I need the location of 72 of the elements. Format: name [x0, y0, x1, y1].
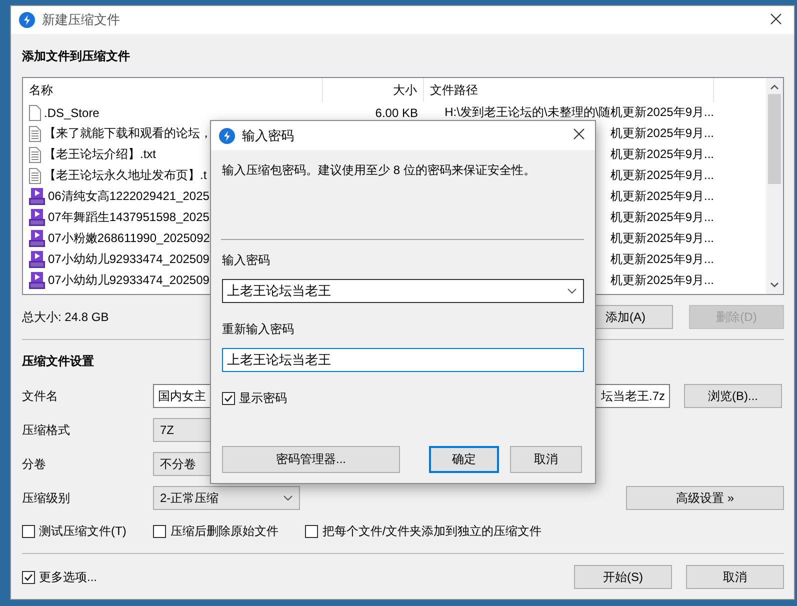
file-path: 机更新2025年9月... [610, 231, 714, 245]
checkbox[interactable] [22, 570, 35, 584]
file-name: 07小幼幼儿92933474_202509 [48, 272, 210, 289]
file-size: 6.00 KB [375, 106, 418, 120]
cancel-button[interactable]: 取消 [510, 446, 582, 473]
file-name: 【来了就能下载和观看的论坛， [44, 125, 212, 142]
file-name: 07小粉嫩268611990_2025092 [48, 230, 210, 247]
password-combobox[interactable]: 上老王论坛当老王 [222, 279, 584, 303]
dialog-title: 输入密码 [242, 126, 295, 144]
browse-button[interactable]: 浏览(B)... [684, 384, 782, 408]
cancel-button[interactable]: 取消 [686, 565, 784, 589]
setting-label: 文件名 [22, 388, 59, 404]
checkbox[interactable] [305, 524, 318, 538]
column-header[interactable]: 大小 [323, 78, 424, 102]
confirm-password-field[interactable]: 上老王论坛当老王 [222, 348, 584, 372]
file-name: .DS_Store [44, 106, 100, 120]
column-header[interactable]: 文件路径 [424, 78, 714, 102]
file-name: 07年舞蹈生1437951598_2025 [48, 209, 210, 226]
file-name: 06清纯女高1222029421_2025 [48, 188, 210, 205]
file-path: 机更新2025年9月... [610, 147, 714, 161]
file-path: H:\发到老王论坛的\未整理的\随机更新2025年9月... [444, 105, 714, 119]
text-file-icon [29, 126, 41, 142]
section-heading: 添加文件到压缩文件 [22, 48, 130, 64]
chevron-down-icon [567, 288, 577, 294]
chevron-down-icon [283, 495, 293, 501]
text-file-icon [29, 168, 41, 184]
column-header[interactable]: 名称 [23, 78, 323, 102]
video-file-icon [29, 209, 45, 226]
window-title: 新建压缩文件 [42, 11, 121, 29]
checkbox-label: 更多选项... [39, 568, 98, 586]
file-name: 【老王论坛介绍】.txt [44, 146, 156, 163]
close-icon[interactable] [573, 128, 585, 140]
checkbox-label: 压缩后删除原始文件 [170, 522, 278, 540]
setting-label: 分卷 [22, 456, 47, 472]
section-heading: 压缩文件设置 [22, 353, 94, 369]
scroll-down-icon[interactable] [770, 282, 779, 288]
video-file-icon [29, 272, 45, 289]
file-name: 【老王论坛永久地址发布页】.t [44, 167, 207, 184]
field-label: 重新输入密码 [222, 321, 295, 335]
start-button[interactable]: 开始(S) [574, 565, 672, 589]
file-path: 机更新2025年9月... [610, 252, 714, 266]
checkbox[interactable] [222, 392, 235, 404]
video-file-icon [29, 230, 45, 247]
file-path: 机更新2025年9月... [610, 189, 714, 203]
file-name: 07小幼幼儿92933474_202509 [48, 251, 210, 268]
app-logo-icon [19, 12, 35, 28]
dropdown[interactable]: 2-正常压缩 [153, 486, 300, 510]
file-path: 机更新2025年9月... [610, 126, 714, 140]
app-logo-icon [219, 128, 235, 144]
dialog-message: 输入压缩包密码。建议使用至少 8 位的密码来保证安全性。 [222, 163, 536, 177]
password-manager-button[interactable]: 密码管理器... [222, 446, 400, 473]
checkbox-label: 显示密码 [239, 390, 287, 406]
file-icon [29, 104, 41, 120]
file-path: 机更新2025年9月... [610, 168, 714, 182]
field-label: 输入密码 [222, 252, 271, 266]
checkbox[interactable] [153, 524, 166, 538]
close-icon[interactable] [770, 12, 782, 24]
file-path: 机更新2025年9月... [610, 210, 714, 224]
checkbox[interactable] [22, 524, 35, 538]
ok-button[interactable]: 确定 [429, 446, 499, 473]
checkbox-label: 把每个文件/文件夹添加到独立的压缩文件 [322, 522, 542, 540]
file-path: 机更新2025年9月... [610, 273, 714, 287]
video-file-icon [29, 251, 45, 268]
video-file-icon [29, 188, 45, 205]
scroll-up-icon[interactable] [770, 84, 779, 90]
advanced-settings-button[interactable]: 高级设置 » [626, 486, 784, 510]
scrollbar[interactable] [766, 78, 783, 294]
text-file-icon [29, 146, 41, 162]
setting-label: 压缩级别 [22, 490, 71, 506]
setting-label: 压缩格式 [22, 422, 71, 438]
total-size: 总大小: 24.8 GB [22, 308, 110, 326]
checkbox-label: 测试压缩文件(T) [39, 522, 126, 540]
